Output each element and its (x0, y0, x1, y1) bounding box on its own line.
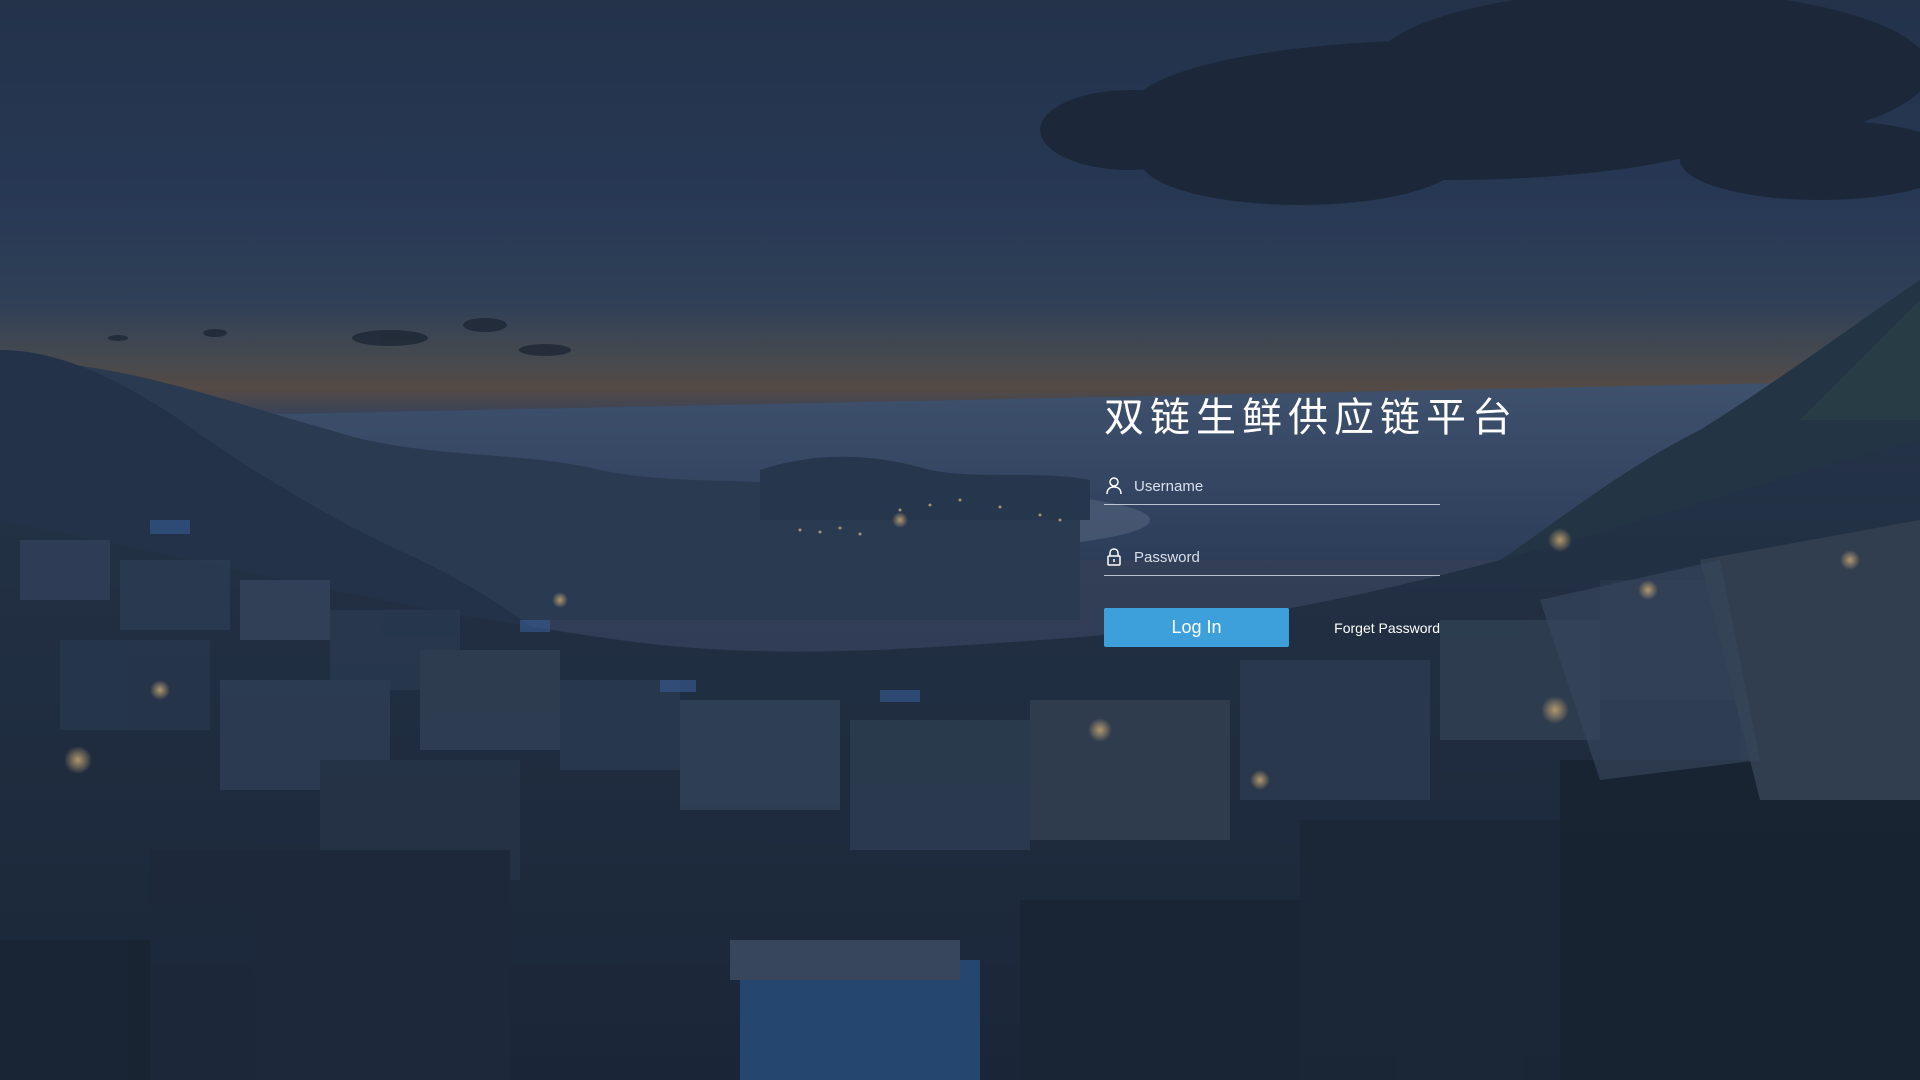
forget-password-link[interactable]: Forget Password (1334, 620, 1440, 636)
password-field (1104, 539, 1440, 576)
username-field (1104, 468, 1440, 505)
form-actions: Log In Forget Password (1104, 608, 1440, 647)
login-button[interactable]: Log In (1104, 608, 1289, 647)
user-icon (1106, 477, 1122, 495)
password-input[interactable] (1134, 542, 1440, 572)
lock-icon (1106, 548, 1122, 566)
login-panel: 双链生鲜供应链平台 Log In Forget Password (1104, 390, 1518, 647)
page-title: 双链生鲜供应链平台 (1104, 395, 1518, 441)
username-input[interactable] (1134, 471, 1440, 501)
background-image (0, 0, 1920, 1080)
